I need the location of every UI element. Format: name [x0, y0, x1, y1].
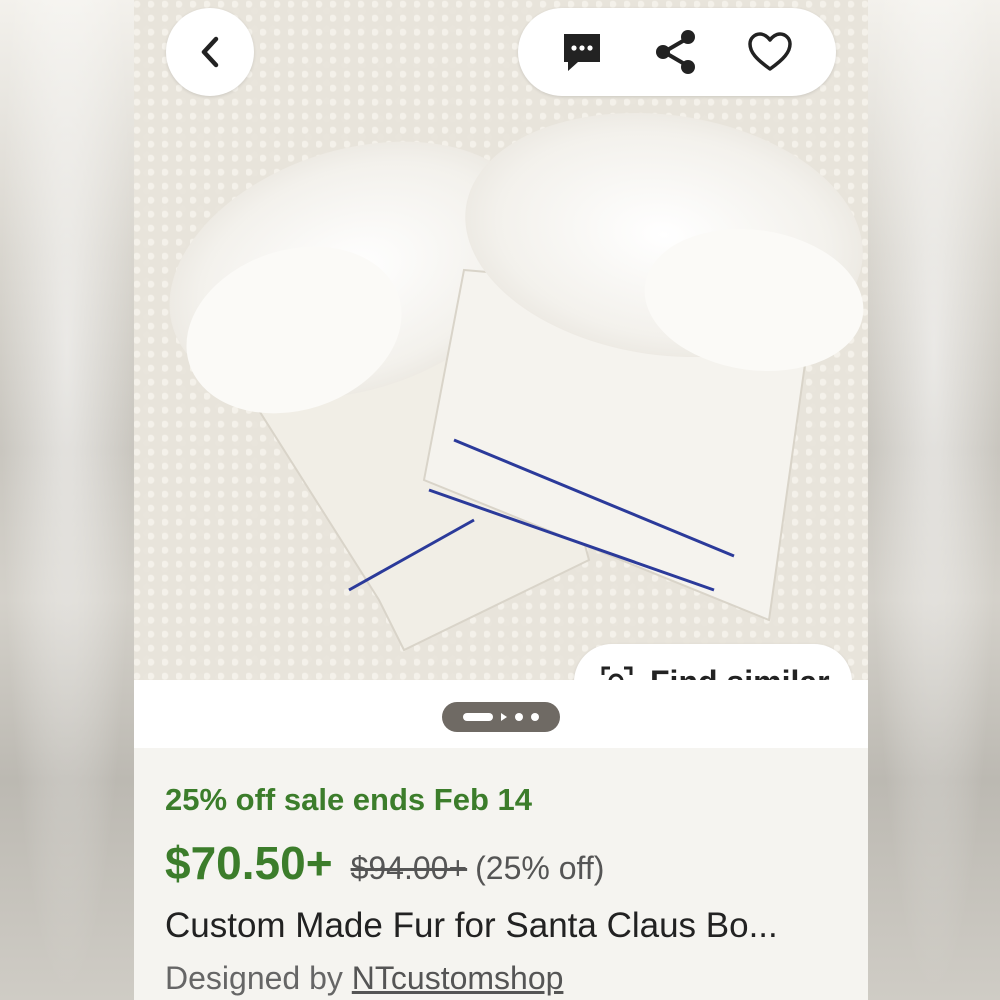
designed-by-label: Designed by: [165, 960, 343, 996]
product-photo-illustration: [169, 112, 864, 652]
blurred-backdrop-left: [0, 0, 134, 1000]
blurred-backdrop-right: [868, 0, 1000, 1000]
original-price: $94.00+: [350, 850, 468, 886]
discount-percent: (25% off): [475, 850, 605, 886]
image-pager[interactable]: [442, 702, 560, 732]
pager-video-indicator: [501, 713, 507, 721]
listing-title[interactable]: Custom Made Fur for Santa Claus Bo...: [165, 906, 855, 946]
message-icon[interactable]: [560, 30, 604, 74]
pager-dot: [531, 713, 539, 721]
designer-line: Designed by NTcustomshop: [165, 960, 563, 997]
product-image[interactable]: [134, 0, 868, 680]
sale-banner: 25% off sale ends Feb 14: [165, 782, 532, 817]
price-row: $70.50+ $94.00+ (25% off): [165, 836, 604, 890]
heart-icon[interactable]: [746, 31, 794, 73]
sale-price: $70.50+: [165, 837, 333, 889]
pager-dot: [515, 713, 523, 721]
action-bar: [518, 8, 836, 96]
back-button[interactable]: [166, 8, 254, 96]
chevron-left-icon: [197, 35, 223, 69]
share-icon[interactable]: [652, 28, 698, 76]
listing-screen: Find similar 25% off sale ends Feb 14 $7…: [134, 0, 868, 1000]
shop-link[interactable]: NTcustomshop: [352, 960, 564, 996]
pager-active-indicator: [463, 713, 493, 721]
